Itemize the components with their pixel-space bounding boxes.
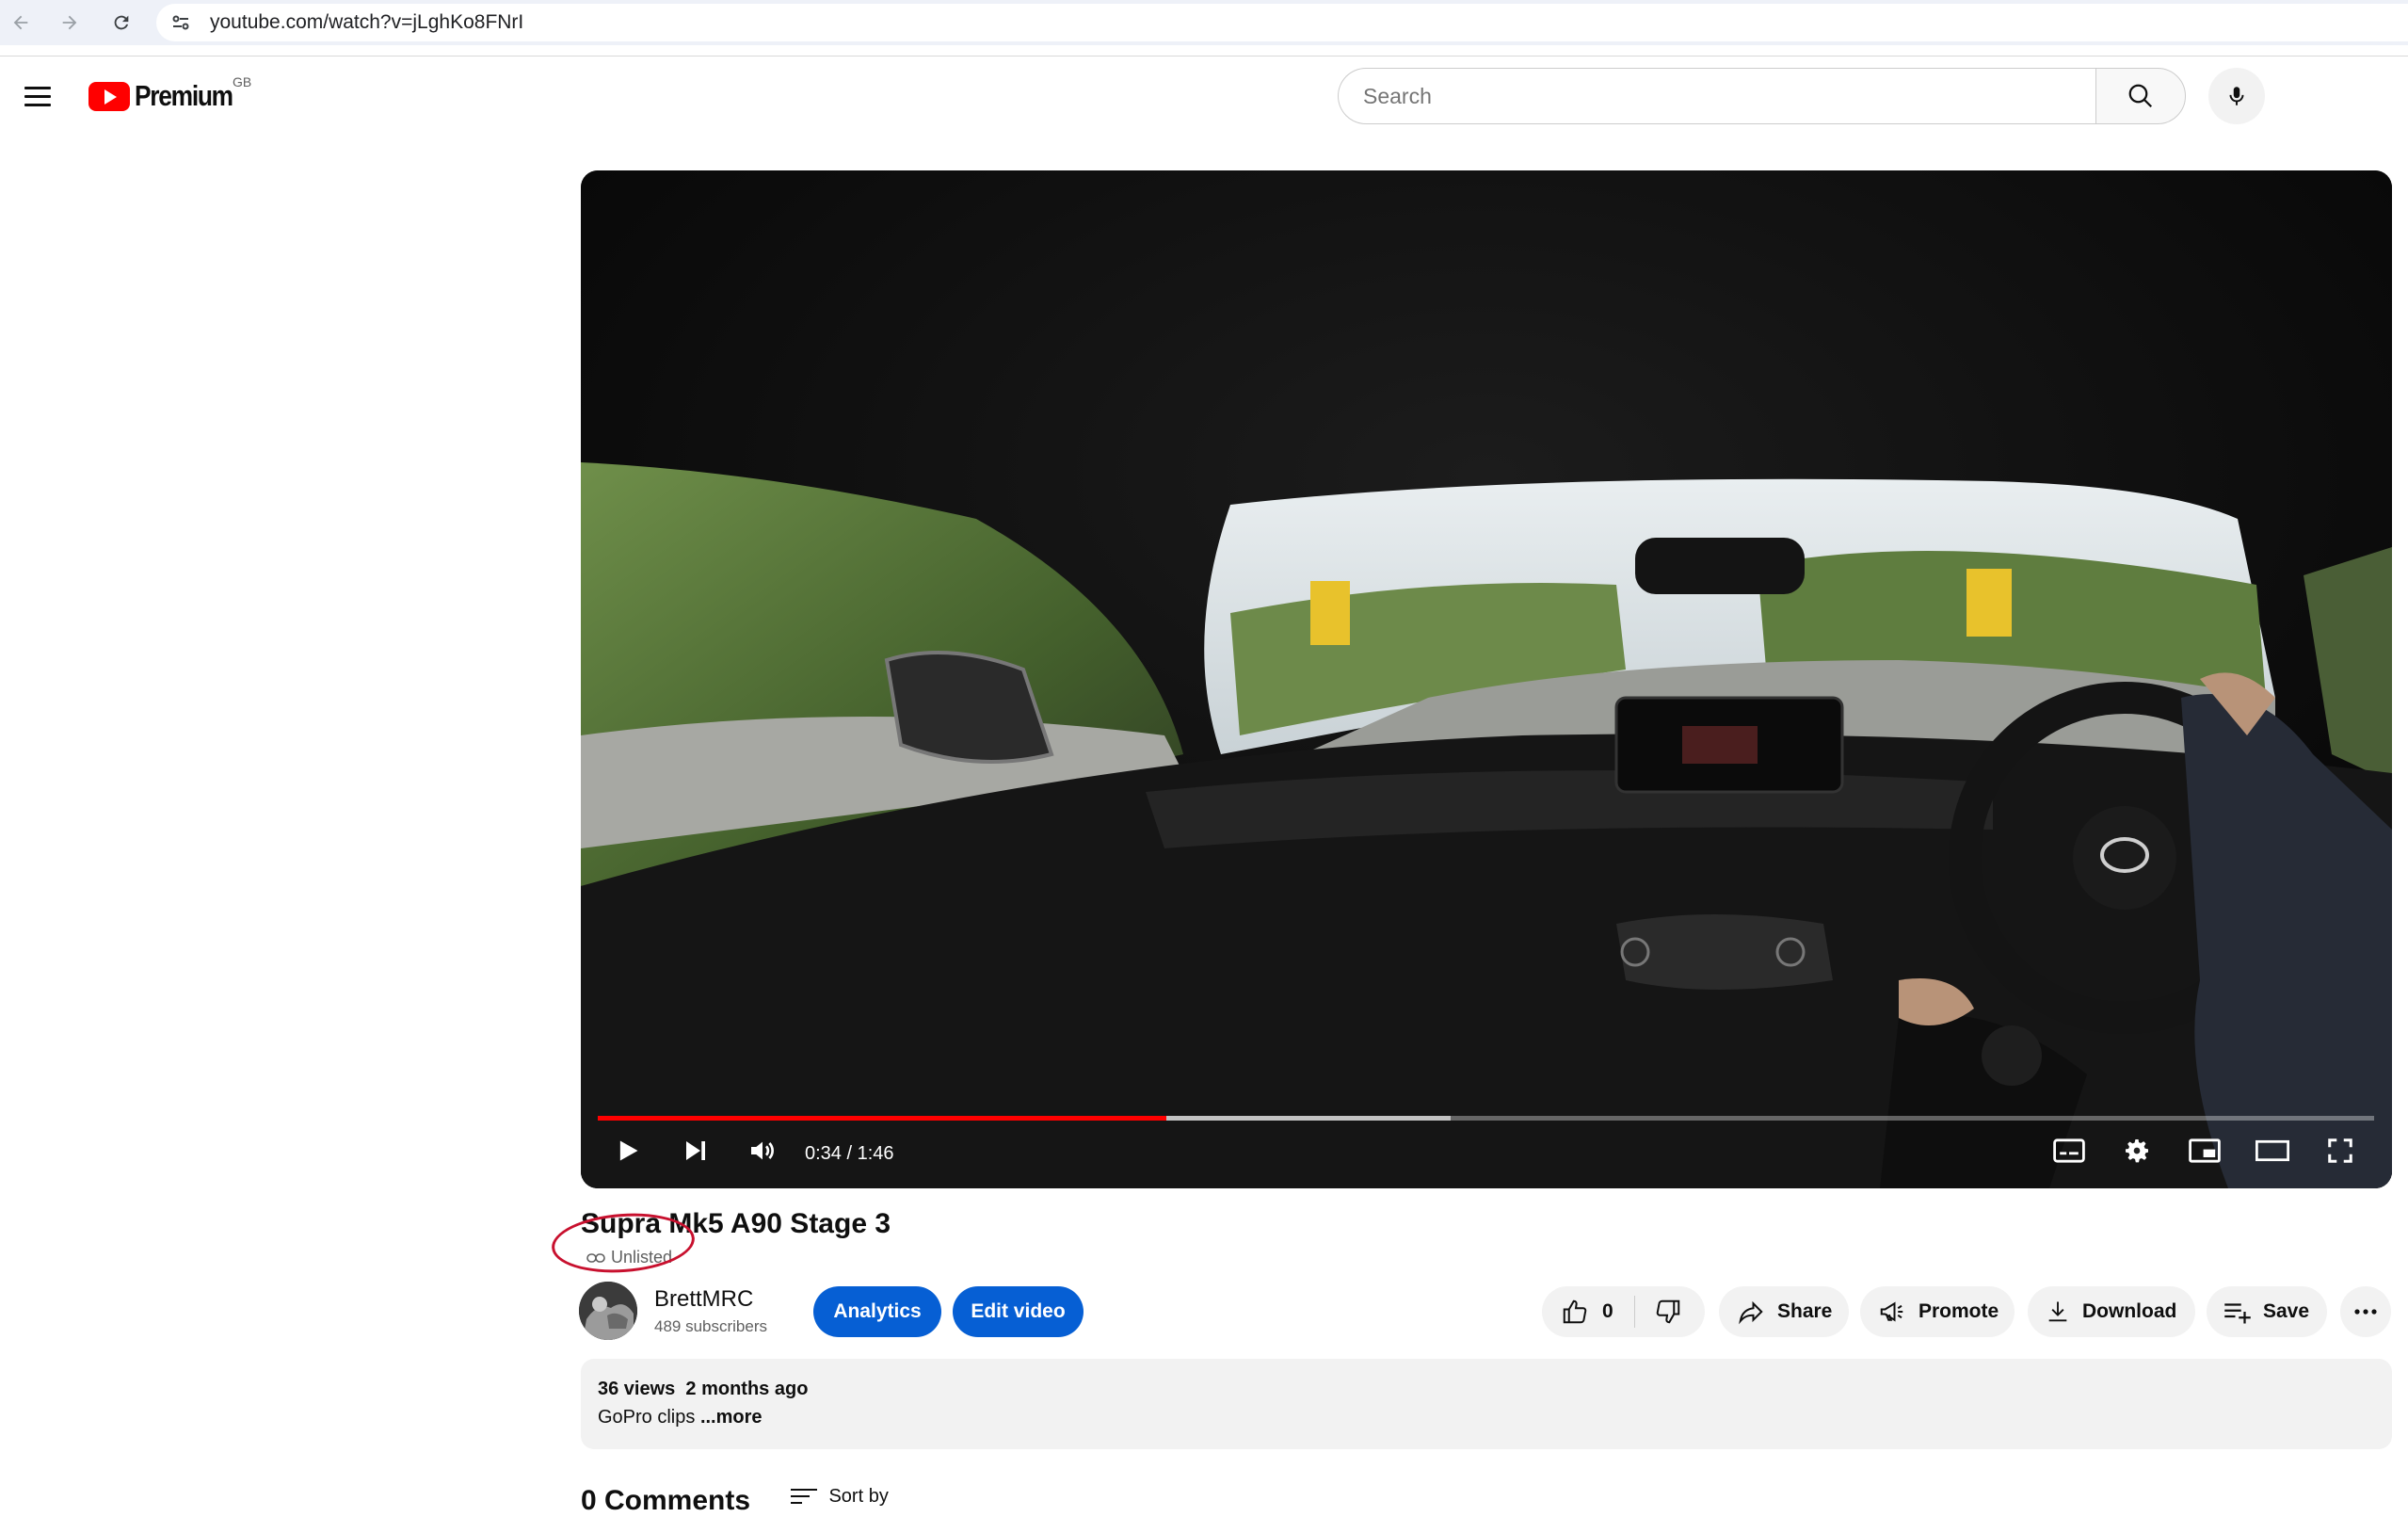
- like-divider: [1633, 1296, 1635, 1328]
- promote-button[interactable]: Promote: [1860, 1286, 2015, 1337]
- menu-icon[interactable]: [23, 81, 56, 111]
- country-code: GB: [233, 74, 252, 89]
- analytics-button[interactable]: Analytics: [813, 1286, 941, 1337]
- description-body: GoPro clips: [598, 1407, 700, 1428]
- save-button[interactable]: Save: [2207, 1286, 2327, 1337]
- logo-text: Premium: [135, 79, 233, 112]
- youtube-logo[interactable]: Premium: [88, 79, 249, 113]
- edit-video-button[interactable]: Edit video: [953, 1286, 1084, 1337]
- dislike-button[interactable]: [1654, 1298, 1682, 1326]
- sort-icon: [791, 1487, 817, 1510]
- sort-label: Sort by: [828, 1486, 889, 1507]
- volume-icon[interactable]: [742, 1130, 783, 1171]
- share-arrow-icon: [1739, 1300, 1763, 1325]
- promote-label: Promote: [1918, 1300, 1999, 1322]
- download-button[interactable]: Download: [2028, 1286, 2195, 1337]
- search-icon: [2128, 84, 2153, 108]
- thumbs-up-icon: [1563, 1299, 1587, 1324]
- video-player[interactable]: [581, 170, 2392, 1188]
- annotation-circle: [550, 1208, 697, 1278]
- youtube-play-logo-icon: [88, 81, 130, 111]
- progress-played[interactable]: [598, 1116, 1166, 1121]
- time-display: 0:34 / 1:46: [805, 1143, 894, 1164]
- share-label: Share: [1777, 1300, 1833, 1322]
- voice-search-button[interactable]: [2208, 68, 2265, 124]
- thumbs-down-icon: [1656, 1299, 1679, 1324]
- search-button[interactable]: [2095, 68, 2186, 124]
- more-actions-button[interactable]: [2340, 1286, 2391, 1337]
- reload-icon[interactable]: [104, 6, 138, 40]
- save-label: Save: [2263, 1300, 2310, 1322]
- miniplayer-icon[interactable]: [2184, 1130, 2225, 1171]
- video-frame[interactable]: [581, 170, 2392, 1188]
- megaphone-icon: [1880, 1301, 1903, 1322]
- like-count: 0: [1602, 1300, 1613, 1322]
- forward-arrow-icon[interactable]: [53, 6, 87, 40]
- theater-mode-icon[interactable]: [2252, 1130, 2293, 1171]
- description-text: GoPro clips ...more: [598, 1407, 763, 1428]
- more-horizontal-icon: [2354, 1309, 2377, 1315]
- view-count-date: 36 views 2 months ago: [598, 1379, 809, 1399]
- next-video-icon[interactable]: [675, 1130, 716, 1171]
- channel-name[interactable]: BrettMRC: [654, 1286, 753, 1313]
- play-icon[interactable]: [607, 1130, 649, 1171]
- subtitles-icon[interactable]: [2048, 1130, 2090, 1171]
- back-arrow-icon[interactable]: [4, 6, 38, 40]
- search-input[interactable]: [1361, 82, 2080, 110]
- comments-heading: 0 Comments: [581, 1485, 751, 1516]
- show-more-link[interactable]: ...more: [700, 1407, 763, 1428]
- microphone-icon: [2229, 87, 2244, 105]
- like-dislike-group: 0: [1542, 1286, 1705, 1337]
- share-button[interactable]: Share: [1719, 1286, 1849, 1337]
- download-label: Download: [2082, 1300, 2177, 1322]
- site-settings-icon[interactable]: [169, 11, 192, 39]
- search-field[interactable]: [1338, 68, 2095, 124]
- settings-gear-icon[interactable]: [2116, 1130, 2158, 1171]
- download-icon: [2048, 1301, 2067, 1322]
- sort-comments-button[interactable]: Sort by: [791, 1486, 889, 1511]
- url-text[interactable]: youtube.com/watch?v=jLghKo8FNrI: [210, 11, 523, 34]
- like-button[interactable]: 0: [1561, 1298, 1613, 1326]
- add-to-playlist-icon: [2224, 1303, 2251, 1324]
- description-box[interactable]: [581, 1359, 2392, 1449]
- fullscreen-icon[interactable]: [2320, 1130, 2361, 1171]
- subscriber-count: 489 subscribers: [654, 1317, 768, 1335]
- channel-avatar[interactable]: [579, 1282, 637, 1340]
